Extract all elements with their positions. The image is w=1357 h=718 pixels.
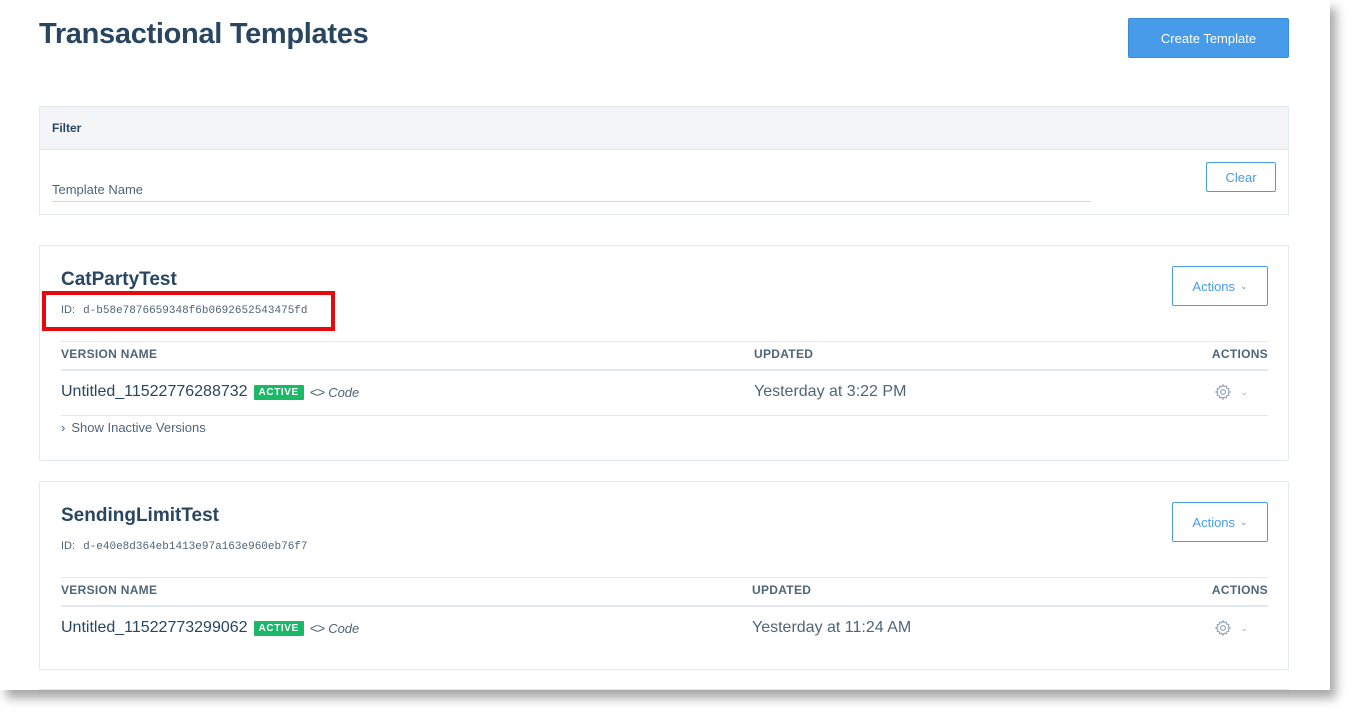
actions-button[interactable]: Actions ⌄ [1172,266,1268,306]
version-name[interactable]: Untitled_11522776288732 [61,383,248,401]
template-name: CatPartyTest [61,269,177,290]
chevron-down-icon: ⌄ [1240,516,1248,527]
chevron-down-icon: ⌄ [1240,622,1248,633]
col-updated: UPDATED [752,583,812,597]
next-card-edge [39,689,1289,690]
status-badge: ACTIVE [253,620,304,636]
versions-table: VERSION NAME UPDATED ACTIONS Untitled_11… [61,577,1268,651]
actions-label: Actions [1192,278,1236,294]
col-actions: ACTIONS [1211,347,1268,361]
template-id-value: d-e40e8d364eb1413e97a163e960eb76f7 [83,541,308,553]
version-cell: Untitled_11522773299062 ACTIVE <> Code [61,619,359,637]
chevron-down-icon: ⌄ [1240,280,1248,291]
gear-icon [1215,383,1232,401]
updated-value: Yesterday at 3:22 PM [754,383,907,400]
code-brackets-icon: <> [309,620,325,636]
template-name: SendingLimitTest [61,505,219,526]
status-badge: ACTIVE [253,384,304,400]
col-updated: UPDATED [754,347,814,361]
code-brackets-icon: <> [309,384,325,400]
col-version-name: VERSION NAME [61,583,158,597]
id-highlight-box [42,291,335,331]
table-header: VERSION NAME UPDATED ACTIONS [61,577,1268,607]
show-inactive-label: Show Inactive Versions [71,420,206,435]
col-version-name: VERSION NAME [61,347,158,361]
show-inactive-versions-link[interactable]: › Show Inactive Versions [61,420,206,435]
table-row: Untitled_11522776288732 ACTIVE <> Code Y… [61,371,1268,416]
col-actions: ACTIONS [1211,583,1268,597]
chevron-down-icon: ⌄ [1240,386,1248,397]
filter-panel: Filter Clear [39,106,1289,215]
code-label: Code [328,384,360,400]
gear-icon [1215,619,1232,637]
updated-value: Yesterday at 11:24 AM [752,619,912,636]
version-name[interactable]: Untitled_11522773299062 [61,619,248,637]
versions-table: VERSION NAME UPDATED ACTIONS Untitled_11… [61,341,1268,435]
clear-button[interactable]: Clear [1206,162,1276,192]
actions-button[interactable]: Actions ⌄ [1172,502,1268,542]
template-id-label: ID: [61,540,76,552]
table-header: VERSION NAME UPDATED ACTIONS [61,341,1268,371]
code-link[interactable]: <> Code [310,384,359,400]
template-card-sendinglimittest: SendingLimitTest ID: d-e40e8d364eb1413e97… [39,481,1289,670]
template-card-catpartytest: CatPartyTest ID: d-b58e7876659348f6b06926… [39,245,1289,461]
filter-heading: Filter [40,107,1288,150]
code-link[interactable]: <> Code [310,620,359,636]
template-id: ID: d-e40e8d364eb1413e97a163e960eb76f7 [61,540,308,553]
table-row: Untitled_11522773299062 ACTIVE <> Code Y… [61,607,1268,651]
templates-page: Transactional Templates Create Template … [0,0,1330,690]
template-name-input[interactable] [52,177,1091,202]
code-label: Code [328,620,360,636]
actions-label: Actions [1192,514,1236,530]
row-actions-menu[interactable]: ⌄ [1214,619,1248,637]
create-template-button[interactable]: Create Template [1128,18,1289,58]
version-cell: Untitled_11522776288732 ACTIVE <> Code [61,383,359,401]
chevron-right-icon: › [61,420,66,435]
row-actions-menu[interactable]: ⌄ [1214,383,1248,401]
page-title: Transactional Templates [39,18,369,50]
